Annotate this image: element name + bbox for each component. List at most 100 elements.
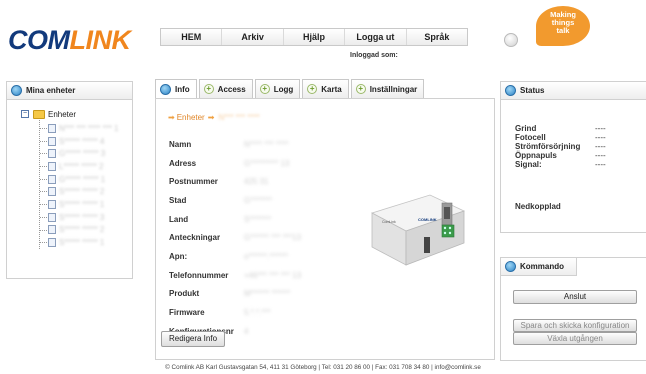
status-row-gate: Grind ---- xyxy=(515,124,606,133)
plus-icon: + xyxy=(355,84,366,94)
nav-home[interactable]: HEM xyxy=(161,29,223,45)
panel-bullet-icon xyxy=(11,85,22,96)
collapse-icon[interactable]: − xyxy=(21,110,29,118)
field-label: Telefonnummer xyxy=(169,270,229,280)
tree-item[interactable]: S***** ***** 3 xyxy=(40,211,132,224)
tree-item-label: S***** ***** 1 xyxy=(59,199,105,209)
status-value: ---- xyxy=(595,160,606,169)
field-label: Land xyxy=(169,214,189,224)
breadcrumb-arrow-icon: ➡ xyxy=(207,113,215,122)
tree-item-label: N*** *** **** *** 1 xyxy=(59,123,119,133)
document-icon xyxy=(48,199,56,209)
field-country: Land S******* xyxy=(169,210,301,229)
tab-settings[interactable]: + Inställningar xyxy=(350,79,425,98)
field-label: Apn: xyxy=(169,251,188,261)
tab-map-label: Karta xyxy=(321,84,342,94)
globe-icon[interactable] xyxy=(504,33,518,47)
field-label: Postnummer xyxy=(169,177,218,187)
field-phone: Telefonnummer +46*** *** *** 13 xyxy=(169,266,301,285)
nav-logout[interactable]: Logga ut xyxy=(345,29,407,45)
field-value: N**** *** **** xyxy=(244,139,289,149)
breadcrumb-current: N*** *** **** xyxy=(218,113,260,122)
info-tab-icon xyxy=(160,84,171,95)
footer: © Comlink AB Karl Gustavsgatan 54, 411 3… xyxy=(165,364,481,371)
field-label: Adress xyxy=(169,158,197,168)
field-value: +46*** *** *** 13 xyxy=(244,270,302,280)
edit-info-button[interactable]: Redigera Info xyxy=(161,331,225,347)
field-postcode: Postnummer 425 31 xyxy=(169,172,301,191)
my-devices-header: Mina enheter xyxy=(7,82,132,100)
field-value: M****** ****** xyxy=(244,289,291,299)
tab-settings-label: Inställningar xyxy=(369,84,418,94)
tree-item[interactable]: S***** ***** 1 xyxy=(40,198,132,211)
tree-item[interactable]: S***** ***** 2 xyxy=(40,224,132,237)
tree-item[interactable]: S***** ***** 1 xyxy=(40,236,132,249)
document-icon xyxy=(48,123,56,133)
logo-part-link: LINK xyxy=(69,25,132,55)
nav-language[interactable]: Språk xyxy=(407,29,467,45)
plus-icon: + xyxy=(307,84,318,94)
document-icon xyxy=(48,149,56,159)
panel-bullet-icon xyxy=(505,261,516,272)
field-label: Stad xyxy=(169,195,187,205)
info-fields: Namn N**** *** **** Adress G********* 13 P… xyxy=(169,135,301,341)
folder-icon xyxy=(33,109,45,119)
plus-icon: + xyxy=(203,84,214,94)
field-value: S******* xyxy=(244,214,272,224)
field-product: Produkt M****** ****** xyxy=(169,285,301,304)
tree-item[interactable]: G***** ***** 3 xyxy=(40,147,132,160)
tab-info[interactable]: Info xyxy=(155,79,197,99)
status-row-photocell: Fotocell ---- xyxy=(515,133,606,142)
comlink-logo: COMLINK xyxy=(8,27,131,54)
tree-item[interactable]: S***** ***** 4 xyxy=(40,135,132,148)
logged-in-label: Inloggad som: xyxy=(350,52,398,59)
save-send-config-button[interactable]: Spara och skicka konfiguration xyxy=(513,319,637,332)
tab-access[interactable]: + Access xyxy=(198,79,253,98)
field-notes: Anteckningar G****** *** ***13 xyxy=(169,228,301,247)
document-icon xyxy=(48,161,56,171)
status-row-power: Strömförsörjning ---- xyxy=(515,142,606,151)
status-label: Grind xyxy=(515,124,537,133)
my-devices-title: Mina enheter xyxy=(26,86,76,95)
making-things-talk-badge: Making things talk xyxy=(536,6,590,46)
device-tabs: Info + Access + Logg + Karta + Inställningar xyxy=(155,79,426,99)
field-value: G********* 13 xyxy=(244,158,290,168)
tree-item[interactable]: N*** *** **** *** 1 xyxy=(40,122,132,135)
tree-root-devices[interactable]: − Enheter xyxy=(21,108,132,120)
tab-log-label: Logg xyxy=(273,84,294,94)
field-value: G******* xyxy=(244,195,273,205)
status-header: Status xyxy=(501,82,646,100)
tree-item[interactable]: L***** ***** 2 xyxy=(40,160,132,173)
command-header: Kommando xyxy=(501,258,577,276)
tree-item-label: G***** ***** 1 xyxy=(59,174,106,184)
tree-root-label: Enheter xyxy=(48,109,77,119)
field-label: Anteckningar xyxy=(169,233,221,243)
status-row-signal: Signal: ---- xyxy=(515,160,606,169)
breadcrumb-root[interactable]: Enheter xyxy=(177,113,205,122)
nav-help[interactable]: Hjälp xyxy=(284,29,346,45)
status-list: Grind ---- Fotocell ---- Strömförsörjning -… xyxy=(515,124,606,169)
device-image: ComLink COMLINK xyxy=(370,194,466,266)
tab-map[interactable]: + Karta xyxy=(302,79,349,98)
nav-archive[interactable]: Arkiv xyxy=(222,29,284,45)
tab-log[interactable]: + Logg xyxy=(254,79,301,98)
status-panel: Status Grind ---- Fotocell ---- Strömförsö… xyxy=(500,81,646,233)
status-row-open-pulse: Öppnapuls ---- xyxy=(515,151,606,160)
device-brand-label: COMLINK xyxy=(418,217,437,222)
switch-output-button[interactable]: Växla utgången xyxy=(513,332,637,345)
device-model-label: ComLink xyxy=(382,220,396,224)
tree-item-label: G***** ***** 3 xyxy=(59,149,106,159)
status-value: ---- xyxy=(595,151,606,160)
field-value: G****** *** ***13 xyxy=(244,233,301,243)
status-label: Öppnapuls xyxy=(515,151,557,160)
tree-item[interactable]: S***** ***** 2 xyxy=(40,185,132,198)
status-value: ---- xyxy=(595,142,606,151)
connect-button[interactable]: Anslut xyxy=(513,290,637,304)
breadcrumb: ➡ Enheter ➡ N*** *** **** xyxy=(168,113,260,122)
document-icon xyxy=(48,238,56,248)
tree-children: N*** *** **** *** 1 S***** ***** 4 G****… xyxy=(39,120,132,249)
panel-bullet-icon xyxy=(505,85,516,96)
tree-item[interactable]: G***** ***** 1 xyxy=(40,173,132,186)
document-icon xyxy=(48,187,56,197)
tab-access-label: Access xyxy=(217,84,246,94)
